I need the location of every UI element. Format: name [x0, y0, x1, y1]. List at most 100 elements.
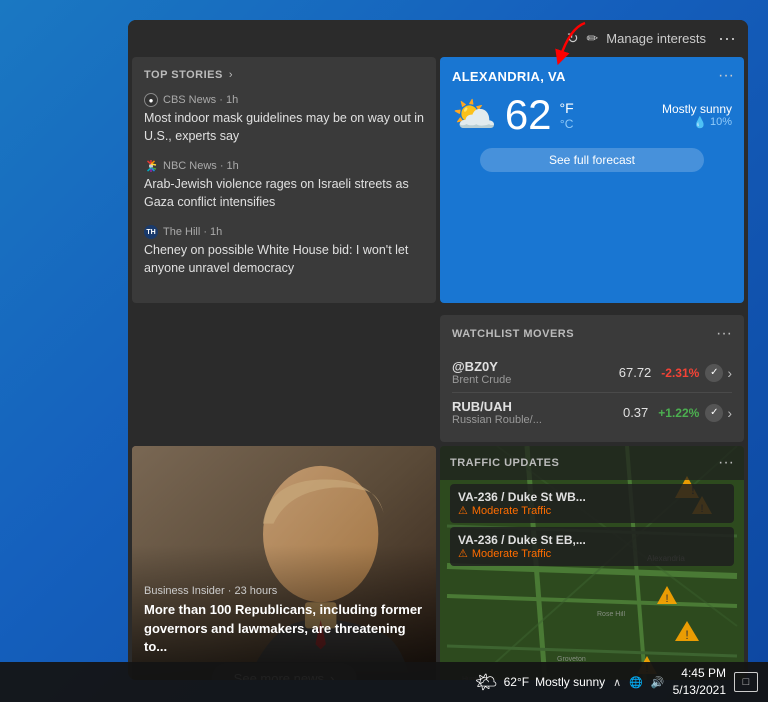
top-stories-panel: TOP STORIES › ● CBS News · 1h Most indoo… [132, 57, 436, 303]
weather-location: ALEXANDRIA, VA [452, 69, 732, 84]
traffic-overlay: VA-236 / Duke St WB... ⚠ Moderate Traffi… [440, 476, 744, 578]
traffic-road-1: VA-236 / Duke St WB... [458, 490, 726, 504]
weather-temperature: 62 [505, 94, 552, 136]
widget-toolbar: ↻ ✏ Manage interests ··· [128, 20, 748, 57]
headline-2: Arab-Jewish violence rages on Israeli st… [144, 176, 424, 211]
bottom-section: Business Insider · 23 hours More than 10… [132, 446, 744, 680]
traffic-map: ! ! ! ! ! Alexandria Rose Hill Belle Hav… [440, 446, 744, 680]
weather-condition-section: Mostly sunny 💧 10% [662, 102, 732, 129]
traffic-road-2: VA-236 / Duke St EB,... [458, 533, 726, 547]
traffic-incident-2[interactable]: VA-236 / Duke St EB,... ⚠ Moderate Traff… [450, 527, 734, 566]
weather-condition-text: Mostly sunny [662, 102, 732, 116]
taskbar-weather[interactable]: 🌤 62°F Mostly sunny [475, 672, 605, 693]
featured-overlay: Business Insider · 23 hours More than 10… [132, 545, 436, 680]
taskbar-weather-temp: 62°F [504, 675, 529, 689]
stock-symbol-1: @BZ0Y [452, 359, 619, 374]
more-options-button[interactable]: ··· [718, 28, 736, 49]
stock-badge-1[interactable]: ✓ [705, 364, 723, 382]
news-item-1[interactable]: ● CBS News · 1h Most indoor mask guideli… [144, 93, 424, 145]
edit-icon: ✏ [587, 30, 599, 47]
stock-symbol-2: RUB/UAH [452, 399, 623, 414]
manage-interests-button[interactable]: Manage interests [606, 31, 706, 46]
stock-fullname-2: Russian Rouble/... [452, 414, 623, 426]
news-widget: ↻ ✏ Manage interests ··· TOP STORIES › ●… [128, 20, 748, 680]
weather-main: ⛅ 62 °F °C Mostly sunny 💧 10% [452, 94, 732, 136]
stock-price-1: 67.72 [619, 365, 652, 380]
weather-panel: ALEXANDRIA, VA ··· ⛅ 62 °F °C Mostly sun… [440, 57, 744, 303]
taskbar-clock[interactable]: 4:45 PM 5/13/2021 [673, 665, 726, 699]
nbc-icon [144, 159, 158, 173]
watchlist-title: WATCHLIST MOVERS [452, 328, 574, 340]
headline-3: Cheney on possible White House bid: I wo… [144, 242, 424, 277]
widget-main-grid: TOP STORIES › ● CBS News · 1h Most indoo… [128, 57, 748, 311]
traffic-title: TRAFFIC UPDATES [450, 457, 559, 469]
weather-more-button[interactable]: ··· [718, 67, 734, 85]
see-full-forecast-button[interactable]: See full forecast [480, 148, 704, 172]
weather-unit-toggle[interactable]: °F °C [560, 100, 574, 131]
stock-name-section-2: RUB/UAH Russian Rouble/... [452, 399, 623, 426]
hill-icon: TH [144, 225, 158, 239]
traffic-warn-icon-1: ⚠ [458, 504, 468, 517]
stock-nav-arrow-2[interactable]: › [727, 405, 732, 421]
weather-unit-c[interactable]: °C [560, 117, 573, 131]
taskbar-weather-condition: Mostly sunny [535, 675, 605, 689]
stock-badge-2[interactable]: ✓ [705, 404, 723, 422]
stock-item-1[interactable]: @BZ0Y Brent Crude 67.72 -2.31% ✓ › [452, 353, 732, 393]
stock-item-2[interactable]: RUB/UAH Russian Rouble/... 0.37 +1.22% ✓… [452, 393, 732, 432]
cbs-icon: ● [144, 93, 158, 107]
traffic-status-text-2: Moderate Traffic [472, 548, 551, 560]
featured-article[interactable]: Business Insider · 23 hours More than 10… [132, 446, 436, 680]
news-item-2[interactable]: NBC News · 1h Arab-Jewish violence rages… [144, 159, 424, 211]
weather-icon: ⛅ [452, 94, 497, 136]
taskbar: 🌤 62°F Mostly sunny ∧ 🌐 🔊 4:45 PM 5/13/2… [0, 662, 768, 702]
chevron-up-icon[interactable]: ∧ [613, 676, 621, 689]
refresh-icon[interactable]: ↻ [567, 30, 579, 47]
rain-drop-icon: 💧 [693, 116, 707, 129]
traffic-warn-icon-2: ⚠ [458, 547, 468, 560]
traffic-status-1: ⚠ Moderate Traffic [458, 504, 726, 517]
svg-text:Rose Hill: Rose Hill [597, 611, 625, 618]
top-stories-title: TOP STORIES [144, 69, 223, 81]
stock-nav-arrow-1[interactable]: › [727, 365, 732, 381]
news-item-3[interactable]: TH The Hill · 1h Cheney on possible Whit… [144, 225, 424, 277]
headline-1: Most indoor mask guidelines may be on wa… [144, 110, 424, 145]
taskbar-notification-button[interactable]: □ [734, 672, 758, 692]
weather-precipitation: 💧 10% [662, 116, 732, 129]
stock-change-1: -2.31% [661, 366, 699, 380]
weather-temp-section: ⛅ 62 °F °C [452, 94, 574, 136]
stock-change-2: +1.22% [658, 406, 699, 420]
stock-price-2: 0.37 [623, 405, 648, 420]
news-source-1: ● CBS News · 1h [144, 93, 424, 107]
traffic-more-button[interactable]: ··· [718, 454, 734, 472]
traffic-status-text-1: Moderate Traffic [472, 505, 551, 517]
watchlist-more-button[interactable]: ··· [716, 325, 732, 343]
traffic-status-2: ⚠ Moderate Traffic [458, 547, 726, 560]
source-name-1: CBS News · 1h [163, 94, 238, 106]
second-row: WATCHLIST MOVERS ··· @BZ0Y Brent Crude 6… [128, 311, 748, 442]
traffic-incident-1[interactable]: VA-236 / Duke St WB... ⚠ Moderate Traffi… [450, 484, 734, 523]
news-source-3: TH The Hill · 1h [144, 225, 424, 239]
traffic-panel: TRAFFIC UPDATES ··· [440, 446, 744, 680]
traffic-header: TRAFFIC UPDATES ··· [440, 446, 744, 480]
taskbar-system-tray: ∧ 🌐 🔊 [613, 676, 664, 689]
volume-icon[interactable]: 🔊 [651, 676, 665, 689]
top-stories-header: TOP STORIES › [144, 69, 424, 81]
taskbar-date-value: 5/13/2021 [673, 682, 726, 699]
stock-fullname-1: Brent Crude [452, 374, 619, 386]
source-name-2: NBC News · 1h [163, 160, 239, 172]
top-stories-arrow: › [229, 69, 233, 81]
featured-source: Business Insider · 23 hours [144, 585, 424, 597]
svg-text:!: ! [685, 628, 688, 642]
source-name-3: The Hill · 1h [163, 226, 222, 238]
taskbar-time-value: 4:45 PM [673, 665, 726, 682]
featured-headline: More than 100 Republicans, including for… [144, 601, 424, 656]
svg-text:!: ! [665, 593, 668, 605]
precip-value: 10% [710, 116, 732, 128]
watchlist-panel: WATCHLIST MOVERS ··· @BZ0Y Brent Crude 6… [440, 315, 744, 442]
news-source-2: NBC News · 1h [144, 159, 424, 173]
watchlist-header: WATCHLIST MOVERS ··· [452, 325, 732, 343]
taskbar-weather-icon: 🌤 [475, 672, 498, 693]
notification-icon: □ [743, 676, 750, 688]
weather-unit-f[interactable]: °F [560, 100, 574, 116]
network-icon[interactable]: 🌐 [629, 676, 643, 689]
